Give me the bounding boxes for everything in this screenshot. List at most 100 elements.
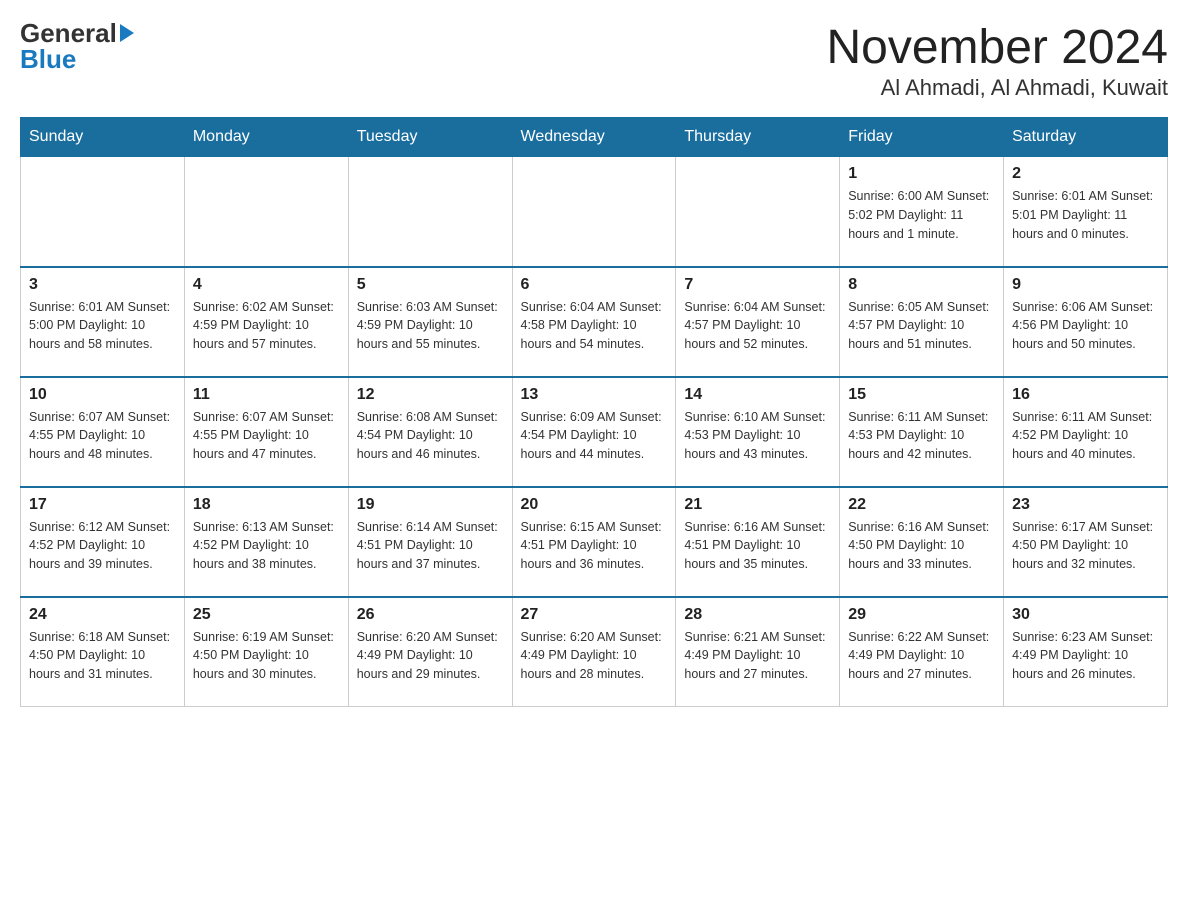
day-info: Sunrise: 6:18 AM Sunset: 4:50 PM Dayligh… — [29, 628, 176, 684]
day-info: Sunrise: 6:08 AM Sunset: 4:54 PM Dayligh… — [357, 408, 504, 464]
day-number: 5 — [357, 276, 504, 294]
day-number: 20 — [521, 496, 668, 514]
day-number: 19 — [357, 496, 504, 514]
calendar-cell: 1 Sunrise: 6:00 AM Sunset: 5:02 PM Daylig… — [840, 157, 1004, 267]
calendar-cell: 9 Sunrise: 6:06 AM Sunset: 4:56 PM Daylig… — [1004, 267, 1168, 377]
calendar-cell: 21 Sunrise: 6:16 AM Sunset: 4:51 PM Dayli… — [676, 487, 840, 597]
day-number: 10 — [29, 386, 176, 404]
day-number: 3 — [29, 276, 176, 294]
day-number: 15 — [848, 386, 995, 404]
calendar-cell: 13 Sunrise: 6:09 AM Sunset: 4:54 PM Dayli… — [512, 377, 676, 487]
day-number: 6 — [521, 276, 668, 294]
day-number: 25 — [193, 606, 340, 624]
day-number: 9 — [1012, 276, 1159, 294]
day-info: Sunrise: 6:21 AM Sunset: 4:49 PM Dayligh… — [684, 628, 831, 684]
day-number: 12 — [357, 386, 504, 404]
calendar-cell: 4Sunrise: 6:02 AM Sunset: 4:59 PM Daylig… — [184, 267, 348, 377]
day-number: 16 — [1012, 386, 1159, 404]
day-number: 18 — [193, 496, 340, 514]
weekday-header-wednesday: Wednesday — [512, 118, 676, 157]
calendar-header-row: SundayMondayTuesdayWednesdayThursdayFrid… — [21, 118, 1168, 157]
calendar-cell: 8 Sunrise: 6:05 AM Sunset: 4:57 PM Daylig… — [840, 267, 1004, 377]
location-title: Al Ahmadi, Al Ahmadi, Kuwait — [826, 75, 1168, 101]
calendar-week-row: 3 Sunrise: 6:01 AM Sunset: 5:00 PM Daylig… — [21, 267, 1168, 377]
day-info: Sunrise: 6:19 AM Sunset: 4:50 PM Dayligh… — [193, 628, 340, 684]
day-info: Sunrise: 6:17 AM Sunset: 4:50 PM Dayligh… — [1012, 518, 1159, 574]
day-number: 22 — [848, 496, 995, 514]
calendar-cell: 18Sunrise: 6:13 AM Sunset: 4:52 PM Dayli… — [184, 487, 348, 597]
day-info: Sunrise: 6:00 AM Sunset: 5:02 PM Dayligh… — [848, 187, 995, 243]
weekday-header-monday: Monday — [184, 118, 348, 157]
logo-text-blue: Blue — [20, 46, 134, 72]
weekday-header-thursday: Thursday — [676, 118, 840, 157]
logo-text-general: General — [20, 20, 117, 46]
day-info: Sunrise: 6:03 AM Sunset: 4:59 PM Dayligh… — [357, 298, 504, 354]
calendar-cell: 23 Sunrise: 6:17 AM Sunset: 4:50 PM Dayli… — [1004, 487, 1168, 597]
day-info: Sunrise: 6:20 AM Sunset: 4:49 PM Dayligh… — [357, 628, 504, 684]
day-number: 8 — [848, 276, 995, 294]
calendar-cell: 22 Sunrise: 6:16 AM Sunset: 4:50 PM Dayli… — [840, 487, 1004, 597]
calendar-cell: 28Sunrise: 6:21 AM Sunset: 4:49 PM Dayli… — [676, 597, 840, 707]
calendar-cell — [348, 157, 512, 267]
calendar-cell: 25 Sunrise: 6:19 AM Sunset: 4:50 PM Dayli… — [184, 597, 348, 707]
calendar-cell: 3 Sunrise: 6:01 AM Sunset: 5:00 PM Daylig… — [21, 267, 185, 377]
day-info: Sunrise: 6:09 AM Sunset: 4:54 PM Dayligh… — [521, 408, 668, 464]
day-info: Sunrise: 6:04 AM Sunset: 4:58 PM Dayligh… — [521, 298, 668, 354]
calendar-cell: 5 Sunrise: 6:03 AM Sunset: 4:59 PM Daylig… — [348, 267, 512, 377]
day-info: Sunrise: 6:01 AM Sunset: 5:01 PM Dayligh… — [1012, 187, 1159, 243]
day-info: Sunrise: 6:16 AM Sunset: 4:51 PM Dayligh… — [684, 518, 831, 574]
logo: General Blue — [20, 20, 134, 72]
calendar-cell: 6 Sunrise: 6:04 AM Sunset: 4:58 PM Daylig… — [512, 267, 676, 377]
day-info: Sunrise: 6:02 AM Sunset: 4:59 PM Dayligh… — [193, 298, 340, 354]
calendar-cell — [184, 157, 348, 267]
day-number: 29 — [848, 606, 995, 624]
day-number: 14 — [684, 386, 831, 404]
calendar-cell: 16 Sunrise: 6:11 AM Sunset: 4:52 PM Dayli… — [1004, 377, 1168, 487]
calendar-table: SundayMondayTuesdayWednesdayThursdayFrid… — [20, 117, 1168, 707]
calendar-cell: 24 Sunrise: 6:18 AM Sunset: 4:50 PM Dayli… — [21, 597, 185, 707]
calendar-cell: 11Sunrise: 6:07 AM Sunset: 4:55 PM Dayli… — [184, 377, 348, 487]
day-info: Sunrise: 6:12 AM Sunset: 4:52 PM Dayligh… — [29, 518, 176, 574]
calendar-cell: 14 Sunrise: 6:10 AM Sunset: 4:53 PM Dayli… — [676, 377, 840, 487]
day-number: 21 — [684, 496, 831, 514]
day-number: 11 — [193, 386, 340, 404]
day-info: Sunrise: 6:05 AM Sunset: 4:57 PM Dayligh… — [848, 298, 995, 354]
weekday-header-saturday: Saturday — [1004, 118, 1168, 157]
day-number: 24 — [29, 606, 176, 624]
day-number: 1 — [848, 165, 995, 183]
calendar-cell: 27Sunrise: 6:20 AM Sunset: 4:49 PM Dayli… — [512, 597, 676, 707]
calendar-cell: 20Sunrise: 6:15 AM Sunset: 4:51 PM Dayli… — [512, 487, 676, 597]
weekday-header-tuesday: Tuesday — [348, 118, 512, 157]
day-info: Sunrise: 6:22 AM Sunset: 4:49 PM Dayligh… — [848, 628, 995, 684]
day-info: Sunrise: 6:11 AM Sunset: 4:53 PM Dayligh… — [848, 408, 995, 464]
calendar-cell: 12 Sunrise: 6:08 AM Sunset: 4:54 PM Dayli… — [348, 377, 512, 487]
calendar-cell: 17 Sunrise: 6:12 AM Sunset: 4:52 PM Dayli… — [21, 487, 185, 597]
day-info: Sunrise: 6:10 AM Sunset: 4:53 PM Dayligh… — [684, 408, 831, 464]
calendar-cell — [21, 157, 185, 267]
weekday-header-sunday: Sunday — [21, 118, 185, 157]
day-info: Sunrise: 6:04 AM Sunset: 4:57 PM Dayligh… — [684, 298, 831, 354]
calendar-cell: 7Sunrise: 6:04 AM Sunset: 4:57 PM Daylig… — [676, 267, 840, 377]
day-info: Sunrise: 6:07 AM Sunset: 4:55 PM Dayligh… — [29, 408, 176, 464]
day-number: 26 — [357, 606, 504, 624]
day-number: 13 — [521, 386, 668, 404]
calendar-cell — [676, 157, 840, 267]
calendar-week-row: 10 Sunrise: 6:07 AM Sunset: 4:55 PM Dayli… — [21, 377, 1168, 487]
page-header: General Blue November 2024 Al Ahmadi, Al… — [20, 20, 1168, 101]
day-info: Sunrise: 6:14 AM Sunset: 4:51 PM Dayligh… — [357, 518, 504, 574]
day-info: Sunrise: 6:06 AM Sunset: 4:56 PM Dayligh… — [1012, 298, 1159, 354]
day-info: Sunrise: 6:20 AM Sunset: 4:49 PM Dayligh… — [521, 628, 668, 684]
calendar-cell: 29 Sunrise: 6:22 AM Sunset: 4:49 PM Dayli… — [840, 597, 1004, 707]
weekday-header-friday: Friday — [840, 118, 1004, 157]
day-number: 17 — [29, 496, 176, 514]
day-info: Sunrise: 6:16 AM Sunset: 4:50 PM Dayligh… — [848, 518, 995, 574]
calendar-cell: 26 Sunrise: 6:20 AM Sunset: 4:49 PM Dayli… — [348, 597, 512, 707]
month-title: November 2024 — [826, 20, 1168, 75]
calendar-cell: 10 Sunrise: 6:07 AM Sunset: 4:55 PM Dayli… — [21, 377, 185, 487]
calendar-cell: 15 Sunrise: 6:11 AM Sunset: 4:53 PM Dayli… — [840, 377, 1004, 487]
day-info: Sunrise: 6:01 AM Sunset: 5:00 PM Dayligh… — [29, 298, 176, 354]
calendar-week-row: 24 Sunrise: 6:18 AM Sunset: 4:50 PM Dayli… — [21, 597, 1168, 707]
day-info: Sunrise: 6:11 AM Sunset: 4:52 PM Dayligh… — [1012, 408, 1159, 464]
day-number: 23 — [1012, 496, 1159, 514]
calendar-cell: 2Sunrise: 6:01 AM Sunset: 5:01 PM Daylig… — [1004, 157, 1168, 267]
